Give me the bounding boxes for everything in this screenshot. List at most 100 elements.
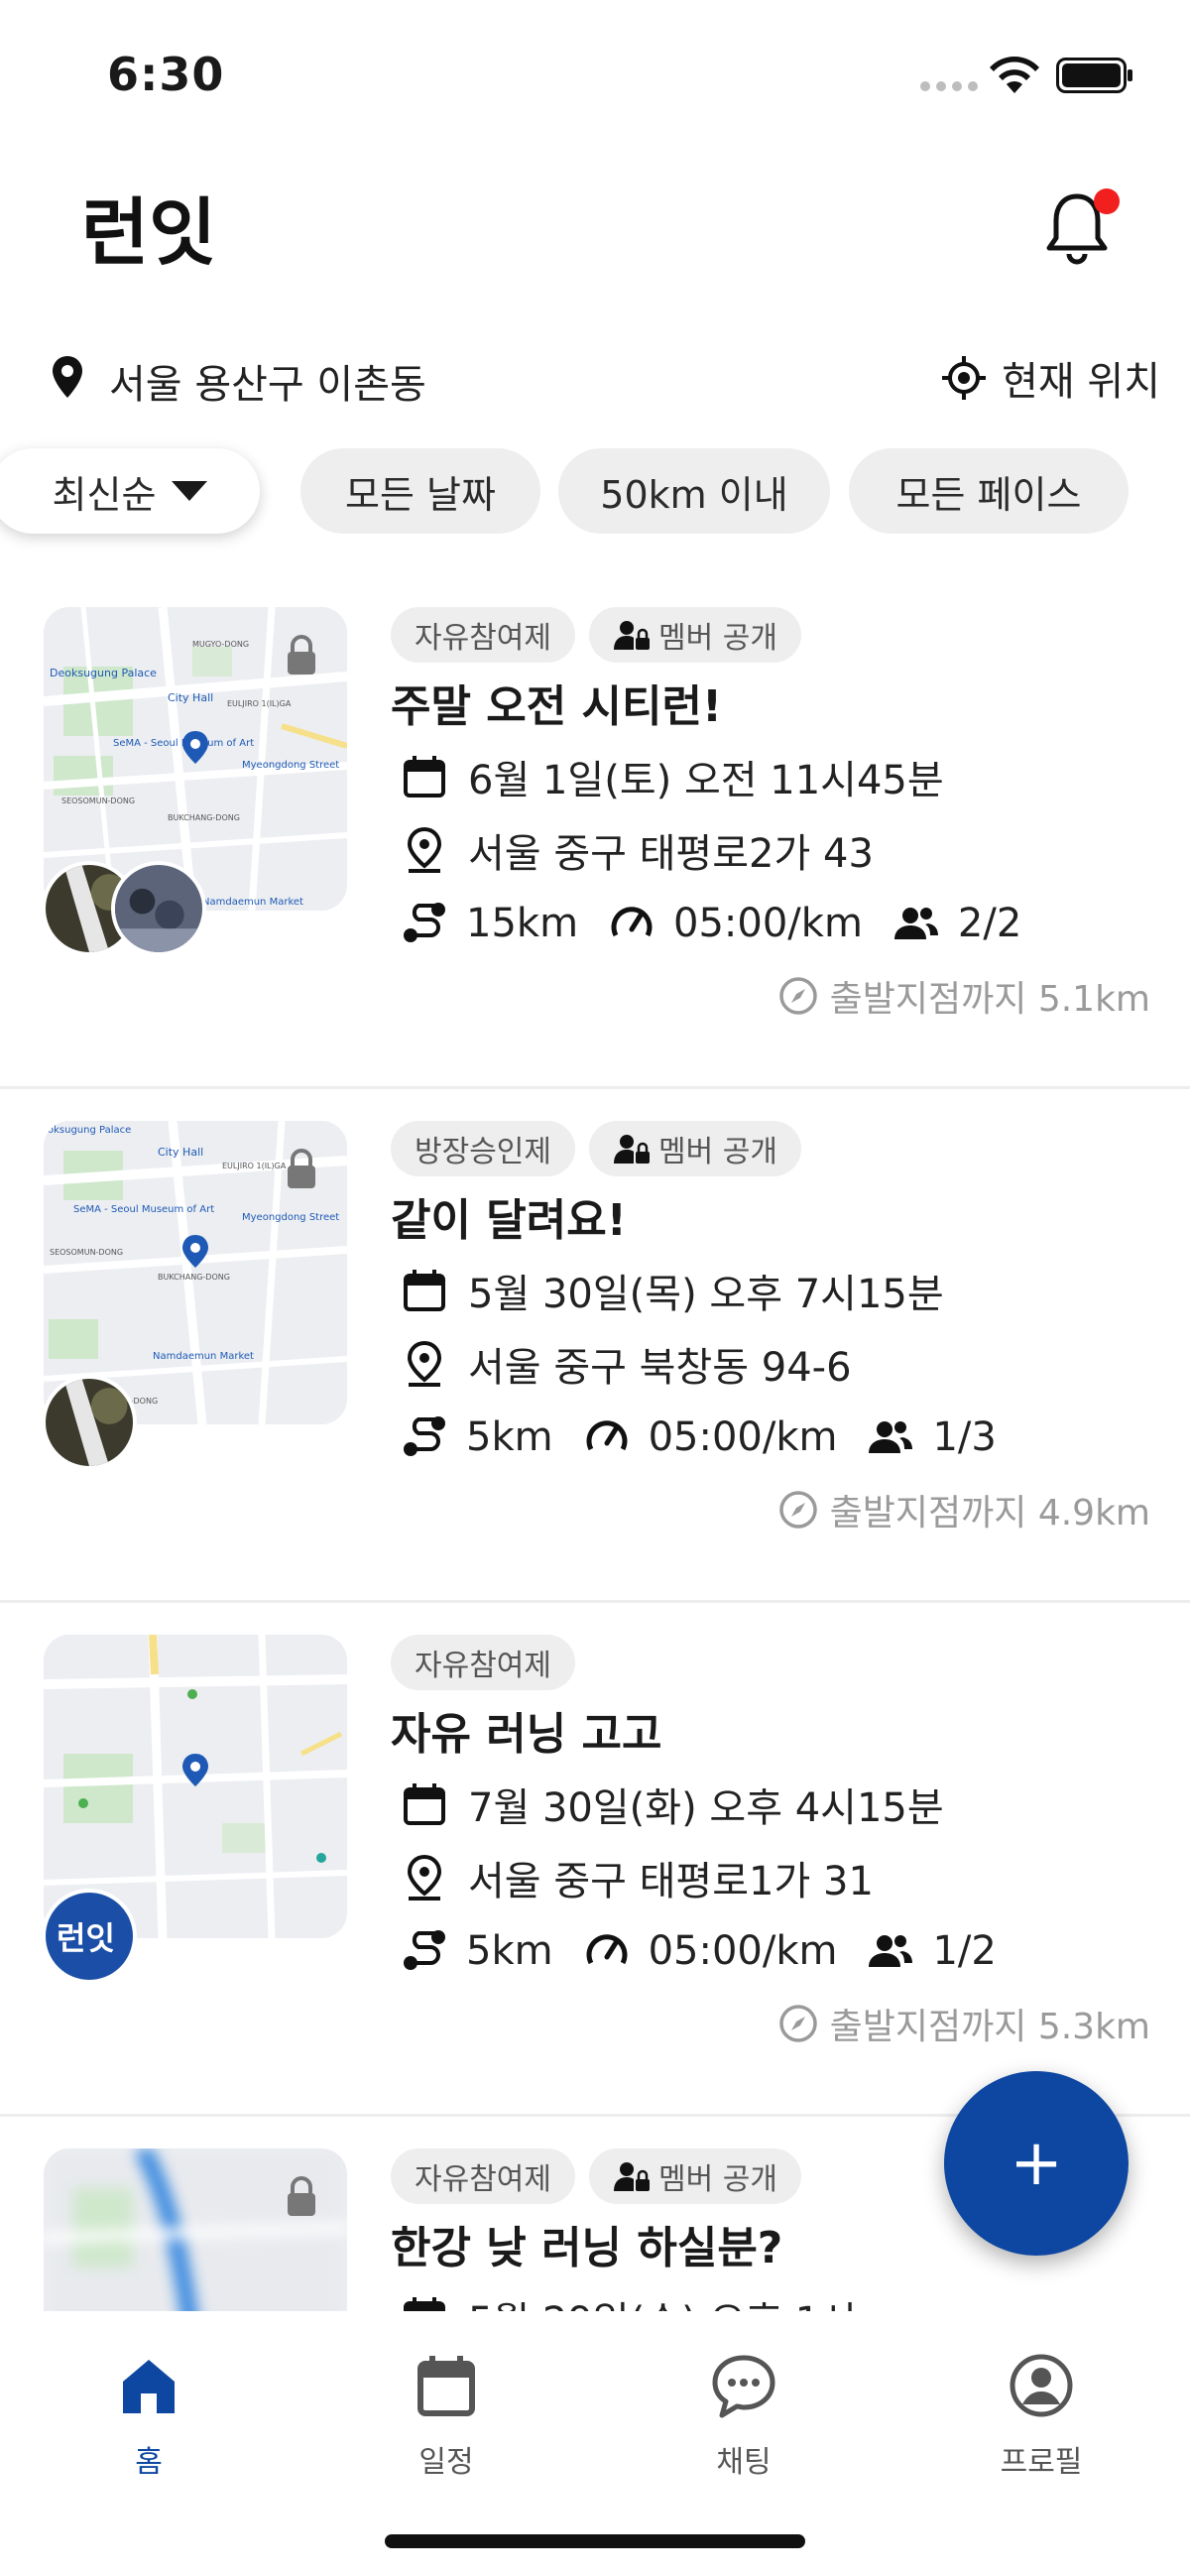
home-indicator[interactable] — [385, 2534, 805, 2548]
run-members: 1/3 — [867, 1413, 997, 1461]
run-address: 서울 중구 북창동 94-6 — [468, 1345, 852, 1391]
current-location-label: 현재 위치 — [1002, 359, 1160, 405]
run-title: 주말 오전 시티런! — [391, 681, 723, 732]
wifi-icon — [990, 57, 1039, 93]
location-pin-icon — [53, 356, 82, 398]
run-datetime: 6월 1일(토) 오전 11시45분 — [468, 758, 944, 803]
run-datetime-row: 6월 1일(토) 오전 11시45분 — [391, 740, 1174, 813]
map-image — [44, 2148, 347, 2311]
app-logo: 런잇 — [81, 190, 216, 276]
member-visibility-tag: 멤버 공개 — [589, 607, 801, 663]
nav-tab-chat[interactable]: 채팅 — [645, 2350, 843, 2481]
sort-dropdown[interactable]: 최신순 — [0, 448, 260, 534]
route-icon — [404, 903, 445, 942]
run-card[interactable]: 런잇 자유참여제 자유 러닝 고고 7월 30일(화) 오후 4시15분 서울 … — [0, 1603, 1190, 2117]
compass-icon — [778, 977, 817, 1015]
current-address[interactable]: 서울 용산구 이촌동 — [109, 352, 426, 410]
svg-text:City Hall: City Hall — [158, 1146, 203, 1159]
run-pace: 05:00/km — [583, 1413, 837, 1461]
person-lock-icon — [614, 2162, 650, 2191]
home-icon — [123, 2360, 175, 2413]
nav-tab-schedule[interactable]: 일정 — [347, 2350, 545, 2481]
svg-text:EULJIRO 1(IL)GA: EULJIRO 1(IL)GA — [227, 699, 292, 708]
app-logo-avatar: 런잇 — [57, 1919, 115, 1957]
location-pin-icon — [407, 1854, 442, 1901]
run-datetime-row: 5월 30일(목) 오후 7시15분 — [391, 1254, 1174, 1327]
run-datetime-row: 7월 30일(화) 오후 4시15분 — [391, 1768, 1174, 1841]
run-distance: 5km — [391, 1927, 553, 1975]
run-stats-row: 15km 05:00/km 2/2 — [391, 887, 1174, 960]
group-icon — [869, 1421, 913, 1453]
run-datetime-row: 5월 29일(수) 오후 1시 — [391, 2281, 1174, 2311]
svg-text:Namdaemun Market: Namdaemun Market — [153, 1351, 254, 1362]
location-pin-icon — [407, 826, 442, 873]
svg-text:SeMA - Seoul Museum of Art: SeMA - Seoul Museum of Art — [73, 1204, 214, 1215]
run-datetime: 5월 30일(목) 오후 7시15분 — [468, 1272, 944, 1317]
date-filter-chip[interactable]: 모든 날짜 — [300, 448, 540, 534]
nav-label: 일정 — [418, 2445, 474, 2480]
svg-text:SEOSOMUN-DONG: SEOSOMUN-DONG — [61, 797, 135, 805]
lock-icon — [288, 635, 315, 675]
sort-label: 최신순 — [52, 472, 157, 517]
run-list: Deoksugung Palace City Hall SeMA - Seoul… — [0, 575, 1190, 2311]
avatar — [42, 1375, 137, 1470]
lock-icon — [288, 2176, 315, 2216]
nav-label: 홈 — [135, 2445, 163, 2480]
run-address-row: 서울 중구 북창동 94-6 — [391, 1327, 1174, 1401]
calendar-icon — [404, 1270, 445, 1311]
location-row: 서울 용산구 이촌동 현재 위치 — [0, 342, 1190, 412]
svg-text:EULJIRO 1(IL)GA: EULJIRO 1(IL)GA — [222, 1162, 287, 1170]
run-pace: 05:00/km — [583, 1927, 837, 1975]
calendar-icon — [404, 756, 445, 797]
run-stats-row: 5km 05:00/km 1/2 — [391, 1914, 1174, 1988]
participation-tag: 자유참여제 — [391, 1635, 575, 1690]
nav-tab-profile[interactable]: 프로필 — [942, 2350, 1140, 2481]
nav-label: 채팅 — [716, 2445, 772, 2480]
participation-tag: 방장승인제 — [391, 1121, 575, 1176]
distance-to-start: 출발지점까지 4.9km — [778, 1484, 1150, 1535]
bottom-navigation: 홈 일정 채팅 프로필 — [0, 2316, 1190, 2576]
member-visibility-tag: 멤버 공개 — [589, 2148, 801, 2204]
participation-tag: 자유참여제 — [391, 2148, 575, 2204]
svg-text:Myeongdong Street: Myeongdong Street — [242, 1212, 339, 1223]
crosshair-icon — [942, 356, 987, 400]
run-distance: 15km — [391, 900, 578, 947]
distance-filter-chip[interactable]: 50km 이내 — [558, 448, 830, 534]
run-card[interactable]: oksugung Palace City Hall SeMA - Seoul M… — [0, 1089, 1190, 1603]
nav-tab-home[interactable]: 홈 — [50, 2350, 248, 2481]
pace-filter-chip[interactable]: 모든 페이스 — [849, 448, 1129, 534]
run-card-body: 방장승인제 멤버 공개 같이 달려요! 5월 30일(목) 오후 7시15분 서… — [391, 1121, 1174, 1474]
create-run-button[interactable]: + — [944, 2071, 1129, 2256]
svg-text:BUKCHANG-DONG: BUKCHANG-DONG — [158, 1273, 230, 1282]
distance-to-start: 출발지점까지 5.3km — [778, 1998, 1150, 2049]
compass-icon — [778, 2005, 817, 2042]
run-members: 1/2 — [867, 1927, 997, 1975]
svg-text:Namdaemun Market: Namdaemun Market — [202, 897, 303, 908]
run-datetime: 5월 29일(수) 오후 1시 — [468, 2289, 857, 2311]
run-card[interactable]: Deoksugung Palace City Hall SeMA - Seoul… — [0, 575, 1190, 1089]
tag-list: 자유참여제 멤버 공개 — [391, 607, 1174, 665]
lock-icon — [288, 1149, 315, 1188]
run-address-row: 서울 중구 태평로1가 31 — [391, 1841, 1174, 1914]
cellular-signal-icon — [920, 81, 978, 91]
profile-icon — [1010, 2354, 1073, 2417]
run-members: 2/2 — [892, 900, 1021, 947]
group-icon — [869, 1935, 913, 1967]
participation-tag: 자유참여제 — [391, 607, 575, 663]
nav-label: 프로필 — [1000, 2445, 1083, 2480]
status-time: 6:30 — [107, 48, 225, 101]
svg-text:BUKCHANG-DONG: BUKCHANG-DONG — [168, 813, 240, 822]
speedometer-icon — [586, 1934, 628, 1965]
status-bar: 6:30 — [0, 0, 1190, 149]
avatar — [111, 861, 206, 956]
run-address: 서울 중구 태평로2가 43 — [468, 831, 874, 877]
svg-text:Deoksugung Palace: Deoksugung Palace — [50, 667, 157, 679]
svg-text:런잇: 런잇 — [81, 190, 216, 276]
current-location-button[interactable]: 현재 위치 — [940, 350, 1160, 406]
speedometer-icon — [586, 1420, 628, 1451]
run-stats-row: 5km 05:00/km 1/3 — [391, 1401, 1174, 1474]
run-title: 같이 달려요! — [391, 1195, 627, 1246]
run-pace: 05:00/km — [608, 900, 863, 947]
run-card-body: 자유참여제 멤버 공개 주말 오전 시티런! 6월 1일(토) 오전 11시45… — [391, 607, 1174, 960]
svg-text:City Hall: City Hall — [168, 691, 213, 704]
